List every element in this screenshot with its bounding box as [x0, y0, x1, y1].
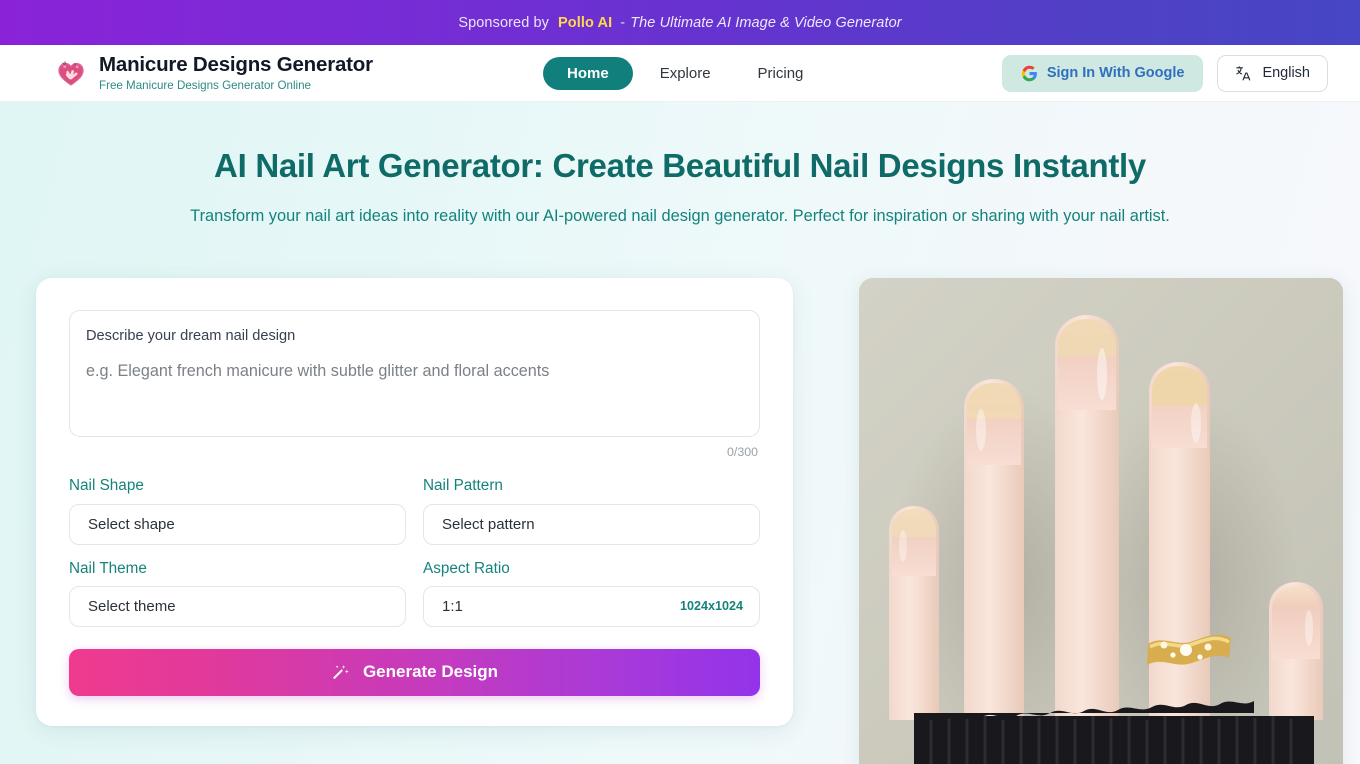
page-subtitle: Transform your nail art ideas into reali… — [190, 207, 1170, 226]
prompt-label: Describe your dream nail design — [86, 328, 296, 345]
generator-form-card: Describe your dream nail design e.g. Ele… — [36, 278, 793, 726]
sponsor-tagline: The Ultimate AI Image & Video Generator — [630, 14, 902, 31]
sign-in-label: Sign In With Google — [1046, 64, 1185, 81]
option-fields-grid: Nail Shape Select shape Nail Pattern Sel… — [69, 477, 760, 627]
site-header: Manicure Designs Generator Free Manicure… — [0, 45, 1360, 102]
page-title: AI Nail Art Generator: Create Beautiful … — [214, 147, 1146, 184]
language-selector-button[interactable]: English — [1217, 54, 1328, 92]
main-navigation: Home Explore Pricing — [543, 56, 824, 90]
sponsor-brand[interactable]: Pollo AI — [558, 15, 612, 31]
aspect-ratio-label: Aspect Ratio — [423, 559, 510, 577]
magic-wand-icon — [332, 665, 349, 680]
nail-shape-label: Nail Shape — [69, 477, 144, 495]
sponsor-dash: - — [620, 14, 626, 31]
google-g-icon — [1021, 65, 1037, 81]
sign-in-with-google-button[interactable]: Sign In With Google — [1001, 54, 1204, 92]
aspect-ratio-select[interactable]: 1:1 1024x1024 — [423, 585, 760, 627]
field-aspect-ratio: Aspect Ratio 1:1 1024x1024 — [423, 560, 760, 627]
nail-shape-select[interactable]: Select shape — [69, 503, 406, 545]
manicure-photo — [859, 278, 1343, 764]
field-nail-shape: Nail Shape Select shape — [69, 477, 406, 545]
aspect-ratio-resolution: 1024x1024 — [679, 599, 743, 614]
heart-manicure-logo-icon — [58, 61, 84, 86]
header-actions: Sign In With Google English — [1001, 54, 1328, 92]
translate-icon — [1236, 65, 1251, 80]
nail-theme-select[interactable]: Select theme — [69, 585, 406, 627]
aspect-ratio-value: 1:1 — [442, 597, 463, 615]
nav-item-home[interactable]: Home — [543, 56, 633, 90]
character-counter: 0/300 — [726, 445, 758, 460]
nail-design-preview-image[interactable] — [859, 278, 1343, 764]
nav-item-pricing[interactable]: Pricing — [738, 57, 824, 90]
prompt-textarea[interactable]: Describe your dream nail design e.g. Ele… — [69, 310, 760, 438]
sponsor-prefix: Sponsored by — [458, 14, 550, 31]
hero-section: AI Nail Art Generator: Create Beautiful … — [0, 102, 1360, 228]
nail-shape-value: Select shape — [88, 515, 175, 533]
nav-item-explore[interactable]: Explore — [640, 57, 731, 90]
nail-pattern-select[interactable]: Select pattern — [423, 503, 760, 545]
field-nail-theme: Nail Theme Select theme — [69, 560, 406, 627]
brand-logo-link[interactable]: Manicure Designs Generator Free Manicure… — [56, 53, 373, 93]
nail-pattern-label: Nail Pattern — [423, 477, 503, 495]
generate-design-label: Generate Design — [362, 662, 499, 682]
nail-theme-label: Nail Theme — [69, 559, 147, 577]
generate-design-button[interactable]: Generate Design — [69, 648, 760, 696]
brand-title: Manicure Designs Generator — [99, 53, 373, 77]
nail-theme-value: Select theme — [88, 597, 176, 615]
language-label: English — [1262, 64, 1310, 81]
field-nail-pattern: Nail Pattern Select pattern — [423, 477, 760, 545]
nail-pattern-value: Select pattern — [442, 515, 535, 533]
brand-subtitle: Free Manicure Designs Generator Online — [99, 78, 312, 92]
sponsor-banner[interactable]: Sponsored by Pollo AI - The Ultimate AI … — [0, 0, 1360, 45]
prompt-placeholder: e.g. Elegant french manicure with subtle… — [86, 362, 550, 381]
main-content: Describe your dream nail design e.g. Ele… — [0, 278, 1360, 764]
